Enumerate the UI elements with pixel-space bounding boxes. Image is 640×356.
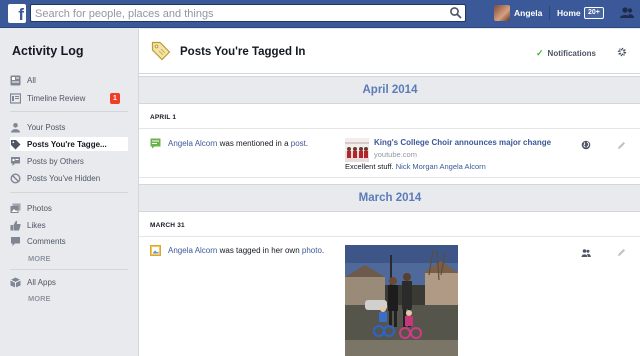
sidebar-item-label: All	[27, 75, 36, 85]
actor-link[interactable]: Angela Alcorn	[168, 139, 217, 148]
sidebar-item-label: Likes	[27, 220, 46, 230]
month-header: March 2014	[139, 184, 640, 212]
activity-end: .	[305, 139, 309, 148]
day-label: MARCH 31	[150, 222, 185, 229]
news-feed-icon	[10, 75, 21, 85]
main-content: Posts You're Tagged In ✓ Notifications A…	[138, 29, 640, 356]
activity-entry: Angela Alcorn was tagged in her own phot…	[139, 237, 640, 356]
month-label: April 2014	[362, 84, 418, 96]
check-icon: ✓	[536, 48, 544, 58]
day-label: APRIL 1	[150, 114, 177, 121]
photo-link[interactable]: photo	[302, 246, 322, 255]
sidebar-item-photos[interactable]: Photos	[10, 201, 128, 215]
comment-icon	[150, 138, 161, 149]
photos-icon	[10, 203, 21, 213]
user-avatar[interactable]	[494, 5, 510, 21]
sidebar-item-posts-tagged-in[interactable]: Posts You're Tagge...	[10, 137, 128, 151]
activity-verb: was mentioned in a	[217, 139, 291, 148]
top-bar: f Angela Home 20+	[0, 0, 640, 28]
apps-icon	[10, 277, 21, 287]
photo-icon	[150, 245, 161, 256]
sidebar: Activity Log All Timeline Review 1 Your …	[0, 29, 137, 356]
sidebar-item-all[interactable]: All	[10, 73, 128, 87]
globe-icon[interactable]	[581, 140, 591, 150]
day-header: MARCH 31	[139, 213, 640, 237]
month-label: March 2014	[358, 192, 422, 204]
notifications-label: Notifications	[547, 49, 596, 58]
pencil-icon[interactable]	[617, 141, 626, 150]
tag-icon	[11, 139, 21, 149]
page-header: Posts You're Tagged In ✓ Notifications	[139, 29, 640, 74]
sidebar-more-link[interactable]: MORE	[28, 254, 51, 263]
story-title-link[interactable]: King's College Choir announces major cha…	[374, 138, 551, 147]
facebook-logo[interactable]: f	[8, 4, 26, 23]
tag-icon	[151, 41, 171, 61]
sidebar-item-label: Posts You've Hidden	[27, 173, 101, 183]
sidebar-item-label: Comments	[27, 236, 66, 246]
search-box[interactable]	[30, 4, 466, 22]
home-count-badge: 20+	[584, 7, 604, 19]
nav-divider	[549, 6, 550, 20]
friend-requests-icon[interactable]	[619, 6, 635, 20]
activity-entry: Angela Alcorn was mentioned in a post. K…	[139, 130, 640, 178]
sidebar-item-posts-hidden[interactable]: Posts You've Hidden	[10, 171, 128, 185]
month-header: April 2014	[139, 76, 640, 104]
friends-privacy-icon[interactable]	[581, 248, 591, 258]
user-name-link[interactable]: Angela	[514, 8, 542, 18]
search-input[interactable]	[35, 6, 435, 21]
sidebar-divider	[10, 111, 128, 112]
sidebar-item-your-posts[interactable]: Your Posts	[10, 120, 128, 134]
timeline-review-badge: 1	[110, 92, 120, 104]
sidebar-item-likes[interactable]: Likes	[10, 218, 128, 232]
home-link[interactable]: Home	[557, 8, 581, 18]
actor-link[interactable]: Angela Alcorn	[168, 246, 217, 255]
tagged-names-link[interactable]: Nick Morgan Angela Alcorn	[396, 162, 486, 171]
activity-verb: was tagged in her own	[217, 246, 302, 255]
sidebar-item-all-apps[interactable]: All Apps	[10, 275, 128, 289]
activity-end: .	[321, 246, 325, 255]
sidebar-item-label: All Apps	[27, 277, 56, 287]
timeline-review-icon	[10, 92, 21, 104]
sidebar-item-label: Posts by Others	[27, 156, 84, 166]
sidebar-divider	[10, 269, 128, 270]
sidebar-item-label: Timeline Review	[27, 93, 86, 103]
sidebar-item-posts-by-others[interactable]: Posts by Others	[10, 154, 128, 168]
like-icon	[10, 220, 21, 230]
person-icon	[11, 122, 20, 132]
tagged-photo[interactable]	[345, 245, 458, 356]
comment-text: Excellent stuff.	[345, 162, 396, 171]
page-title: Posts You're Tagged In	[180, 46, 306, 58]
story-domain: youtube.com	[374, 150, 417, 159]
sidebar-title: Activity Log	[12, 44, 84, 58]
comments-icon	[11, 236, 20, 246]
sidebar-item-label: Your Posts	[27, 122, 66, 132]
hidden-icon	[10, 172, 21, 184]
sidebar-item-timeline-review[interactable]: Timeline Review 1	[10, 91, 128, 105]
activity-text: Angela Alcorn was mentioned in a post.	[168, 139, 308, 148]
day-header: APRIL 1	[139, 105, 640, 129]
post-link[interactable]: post	[291, 139, 306, 148]
comment-icon	[11, 156, 20, 166]
search-icon[interactable]	[449, 6, 463, 20]
sidebar-item-label: Posts You're Tagge...	[27, 139, 107, 149]
sidebar-divider	[10, 192, 128, 193]
sidebar-item-label: Photos	[27, 203, 52, 213]
story-thumbnail[interactable]	[345, 138, 369, 162]
gear-icon[interactable]	[617, 47, 627, 57]
sidebar-item-comments[interactable]: Comments	[10, 234, 128, 248]
notifications-toggle[interactable]: ✓ Notifications	[536, 48, 596, 59]
activity-text: Angela Alcorn was tagged in her own phot…	[168, 246, 324, 255]
story-comment: Excellent stuff. Nick Morgan Angela Alco…	[345, 162, 486, 171]
sidebar-more-link[interactable]: MORE	[28, 294, 51, 303]
pencil-icon[interactable]	[617, 248, 626, 257]
